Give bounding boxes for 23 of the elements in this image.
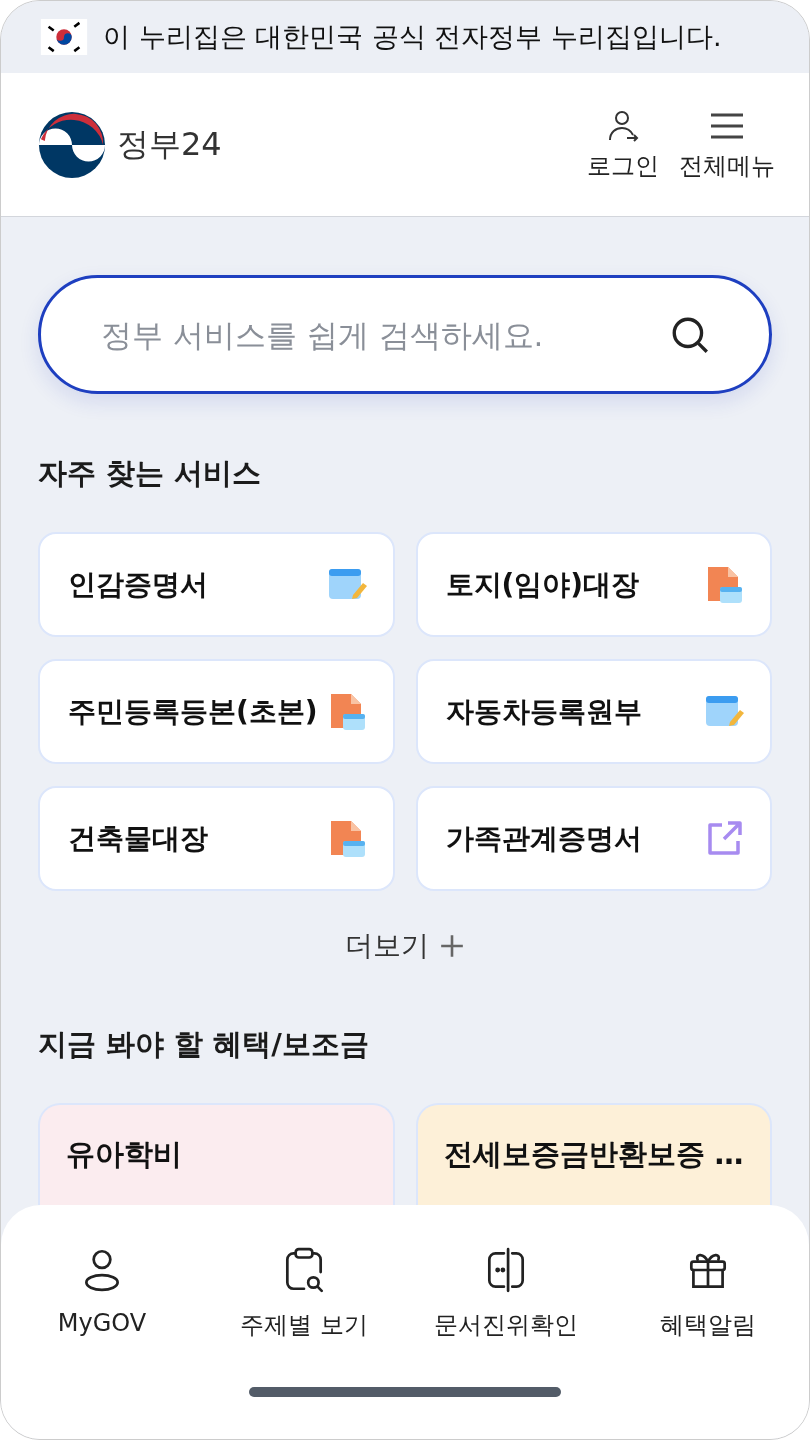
service-card[interactable]: 토지(임야)대장 xyxy=(415,532,772,637)
service-card[interactable]: 주민등록등본(초본) xyxy=(38,659,395,764)
section-title: 지금 봐야 할 혜택/보조금 xyxy=(38,1026,370,1063)
logo-text: 정부24 xyxy=(117,123,222,165)
notice-text: 이 누리집은 대한민국 공식 전자정부 누리집입니다. xyxy=(103,20,722,54)
benefit-card[interactable]: 전세보증금반환보증 … xyxy=(415,1103,772,1205)
service-card[interactable]: 건축물대장 xyxy=(38,786,395,891)
more-button[interactable]: 더보기 xyxy=(345,927,465,965)
plus-icon xyxy=(439,933,465,959)
nav-tab[interactable]: 문서진위확인 xyxy=(405,1245,607,1341)
section-title: 자주 찾는 서비스 xyxy=(38,455,263,492)
logo[interactable]: 정부24 xyxy=(37,109,222,180)
login-button[interactable]: 로그인 xyxy=(587,107,659,182)
nav-tab[interactable]: 주제별 보기 xyxy=(203,1245,405,1341)
benefit-card[interactable]: 유아학비 xyxy=(38,1103,395,1205)
search-field[interactable]: 정부 서비스를 쉽게 검색하세요. xyxy=(99,315,669,354)
menu-button[interactable]: 전체메뉴 xyxy=(679,107,775,182)
service-card[interactable]: 자동차등록원부 xyxy=(415,659,772,764)
emblem-icon xyxy=(37,109,107,180)
nav-tab[interactable]: 혜택알림 xyxy=(607,1245,809,1341)
service-card[interactable]: 가족관계증명서 xyxy=(415,786,772,891)
service-card[interactable]: 인감증명서 xyxy=(38,532,395,637)
nav-tab[interactable]: MyGOV xyxy=(1,1245,203,1341)
